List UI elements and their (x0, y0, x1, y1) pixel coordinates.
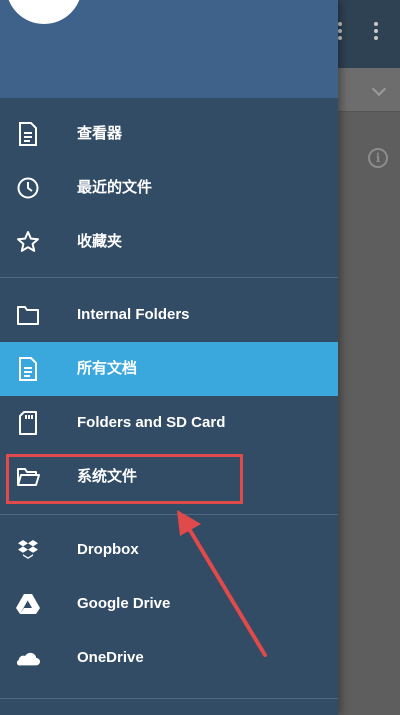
drawer-item-folders-sd-card[interactable]: Folders and SD Card (0, 396, 338, 450)
sd-card-icon (16, 411, 40, 435)
drawer-item-all-documents[interactable]: 所有文档 (0, 342, 338, 396)
star-icon (16, 230, 40, 254)
avatar[interactable] (6, 0, 82, 24)
drawer-item-favorites[interactable]: 收藏夹 (0, 215, 338, 269)
info-icon[interactable]: i (368, 148, 388, 168)
onedrive-icon (16, 646, 40, 670)
divider (0, 698, 338, 699)
document-icon (16, 122, 40, 146)
drawer-item-label: Internal Folders (77, 306, 190, 323)
clock-icon (16, 176, 40, 200)
drawer-item-internal-folders[interactable]: Internal Folders (0, 288, 338, 342)
annotation-highlight-box (6, 454, 243, 504)
drawer-item-label: 收藏夹 (77, 233, 123, 250)
drawer-item-label: Google Drive (77, 595, 171, 612)
drawer-item-dropbox[interactable]: Dropbox (0, 523, 338, 577)
document-icon (16, 357, 40, 381)
drawer-item-recent[interactable]: 最近的文件 (0, 161, 338, 215)
divider (0, 514, 338, 515)
drawer-header (0, 0, 338, 98)
drawer-item-label: 所有文档 (77, 360, 138, 377)
divider (0, 277, 338, 278)
drawer-item-google-drive[interactable]: Google Drive (0, 577, 338, 631)
drawer-item-label: Folders and SD Card (77, 414, 226, 431)
drawer-item-label: 查看器 (77, 125, 123, 142)
drawer-item-label: 最近的文件 (77, 179, 153, 196)
drawer-item-label: Dropbox (77, 541, 139, 558)
drawer-item-onedrive[interactable]: OneDrive (0, 631, 338, 685)
folder-icon (16, 303, 40, 327)
dropbox-icon (16, 538, 40, 562)
more-options-icon[interactable] (373, 22, 379, 43)
navigation-drawer: 查看器 最近的文件 收藏夹 Internal Folders 所有文档 Fold… (0, 0, 338, 715)
drawer-item-label: OneDrive (77, 649, 144, 666)
google-drive-icon (16, 592, 40, 616)
drawer-item-viewer[interactable]: 查看器 (0, 107, 338, 161)
